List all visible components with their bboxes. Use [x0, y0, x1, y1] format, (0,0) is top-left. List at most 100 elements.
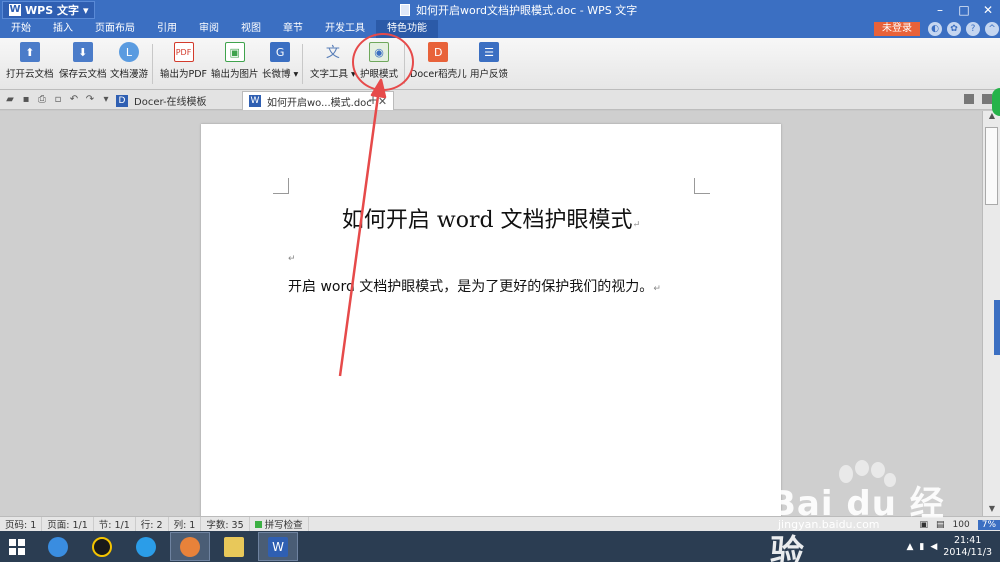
save-cloud-doc-button[interactable]: ⬇ 保存云文档: [59, 42, 107, 86]
windows-logo-icon: [9, 538, 25, 555]
cloud-save-icon: ⬇: [72, 42, 93, 62]
document-workspace: 如何开启 word 文档护眼模式↵ ↵ 开启 word 文档护眼模式，是为了更好…: [0, 111, 982, 524]
close-button[interactable]: ✕: [976, 0, 1000, 20]
ribbon-separator: [302, 44, 303, 84]
spell-check-label: 拼写检查: [264, 520, 303, 531]
app-menu-button[interactable]: W WPS 文字 ▾: [2, 1, 96, 19]
settings-icon[interactable]: ✿: [947, 22, 961, 36]
margin-marker: [273, 178, 289, 194]
tab-bar-controls: [964, 94, 992, 104]
menu-page-layout[interactable]: 页面布局: [84, 20, 146, 38]
docer-label: Docer稻壳儿: [410, 69, 467, 80]
margin-marker: [694, 178, 710, 194]
scrollbar-thumb[interactable]: [985, 127, 998, 205]
tab-docer-label: Docer-在线模板: [134, 97, 207, 108]
zoom-percent-badge: 7%: [977, 519, 1000, 530]
document-body-text[interactable]: 开启 word 文档护眼模式，是为了更好的保护我们的视力。↵: [288, 276, 661, 296]
firefox-taskbar-icon[interactable]: [170, 532, 210, 561]
user-feedback-button[interactable]: ☰ 用户反馈: [470, 42, 508, 86]
export-pdf-label: 输出为PDF: [160, 69, 208, 80]
feedback-icon: ☰: [479, 42, 499, 62]
browser-taskbar-icon[interactable]: [126, 532, 166, 561]
export-image-button[interactable]: ▣ 输出为图片: [211, 42, 259, 86]
open-folder-icon[interactable]: ▰: [4, 94, 16, 106]
document-page[interactable]: 如何开启 word 文档护眼模式↵ ↵ 开启 word 文档护眼模式，是为了更好…: [201, 124, 781, 524]
ie-taskbar-icon[interactable]: [38, 532, 78, 561]
doc-roaming-button[interactable]: L 文档漫游: [110, 42, 148, 86]
wps-doc-tab-icon: W: [249, 95, 261, 107]
doc-roaming-label: 文档漫游: [110, 69, 149, 80]
menu-review[interactable]: 审阅: [188, 20, 230, 38]
spell-check-toggle[interactable]: 拼写检查: [250, 517, 309, 531]
redo-icon[interactable]: ↷: [84, 94, 96, 106]
export-pdf-button[interactable]: PDF 输出为PDF: [160, 42, 207, 86]
ribbon-toolbar: ⬆ 打开云文档 ⬇ 保存云文档 L 文档漫游 PDF 输出为PDF ▣ 输出为图…: [0, 38, 1000, 90]
long-weibo-button[interactable]: G 长微博 ▾: [262, 42, 298, 86]
status-column: 列: 1: [169, 517, 202, 531]
side-panel-toggle[interactable]: [994, 300, 1000, 355]
text-tools-button[interactable]: 文 文字工具 ▾: [310, 42, 356, 86]
wps-logo-icon: W: [9, 4, 21, 16]
document-tab-bar: ▰ ▪ ⎙ ▫ ↶ ↷ ▾ D Docer-在线模板 ✕ W 如何开启wo...…: [0, 90, 1000, 110]
menu-right-icons: ◐ ✿ ? ^: [928, 22, 999, 36]
close-icon[interactable]: ✕: [378, 95, 387, 108]
chevron-down-icon: ▾: [82, 3, 89, 17]
menu-references[interactable]: 引用: [146, 20, 188, 38]
window-controls: – □ ✕: [928, 0, 1000, 20]
print-preview-icon[interactable]: ▫: [52, 94, 64, 106]
annotation-circle: [352, 33, 414, 91]
long-weibo-label: 长微博 ▾: [262, 69, 299, 80]
roaming-icon: L: [119, 42, 139, 62]
status-pages: 页面: 1/1: [42, 517, 94, 531]
menu-view[interactable]: 视图: [230, 20, 272, 38]
explorer-taskbar-icon[interactable]: [214, 532, 254, 561]
status-page-number: 页码: 1: [0, 517, 43, 531]
start-button[interactable]: [0, 531, 34, 562]
print-icon[interactable]: ⎙: [36, 94, 48, 106]
menu-developer[interactable]: 开发工具: [314, 20, 376, 38]
login-button[interactable]: 未登录: [874, 22, 920, 36]
ribbon-separator: [152, 44, 153, 84]
restore-icon[interactable]: [964, 94, 974, 104]
open-cloud-doc-label: 打开云文档: [6, 69, 54, 80]
document-heading[interactable]: 如何开启 word 文档护眼模式↵: [201, 202, 781, 234]
docer-tab-icon: D: [116, 94, 128, 107]
menu-insert[interactable]: 插入: [42, 20, 84, 38]
menu-chapter[interactable]: 章节: [272, 20, 314, 38]
window-title: 如何开启word文档护眼模式.doc - WPS 文字: [400, 0, 637, 20]
pdf-icon: PDF: [173, 42, 194, 62]
title-bar: W WPS 文字 ▾ 如何开启word文档护眼模式.doc - WPS 文字 –…: [0, 0, 1000, 20]
document-icon: [400, 4, 410, 16]
paragraph-mark: ↵: [288, 254, 296, 264]
weibo-icon: G: [270, 42, 291, 62]
floating-assistant-icon[interactable]: [992, 88, 1000, 116]
image-export-icon: ▣: [224, 42, 245, 62]
status-section: 节: 1/1: [94, 517, 136, 531]
ribbon-toggle-icon[interactable]: ^: [985, 22, 999, 36]
quick-access-toolbar: ▰ ▪ ⎙ ▫ ↶ ↷ ▾: [4, 94, 112, 106]
tab-document-label: 如何开启wo...模式.doc: [267, 97, 372, 109]
status-word-count[interactable]: 字数: 35: [201, 517, 250, 531]
save-icon[interactable]: ▪: [20, 94, 32, 106]
open-cloud-doc-button[interactable]: ⬆ 打开云文档: [6, 42, 54, 86]
text-tools-label: 文字工具 ▾: [310, 69, 356, 80]
user-feedback-label: 用户反馈: [470, 69, 509, 80]
new-tab-icon[interactable]: +: [368, 93, 378, 107]
maximize-button[interactable]: □: [952, 0, 976, 20]
cloud-open-icon: ⬆: [19, 42, 40, 62]
close-doc-icon[interactable]: [982, 94, 992, 104]
watermark-url: jingyan.baidu.com: [778, 518, 880, 531]
undo-icon[interactable]: ↶: [68, 94, 80, 106]
skin-icon[interactable]: ◐: [928, 22, 942, 36]
help-icon[interactable]: ?: [966, 22, 980, 36]
wps-taskbar-icon[interactable]: W: [258, 532, 298, 561]
docer-button[interactable]: D Docer稻壳儿: [410, 42, 467, 86]
baidu-watermark: Bai du 经验 jingyan.baidu.com: [770, 460, 970, 562]
qq-taskbar-icon[interactable]: [82, 532, 122, 561]
app-name: WPS 文字: [25, 4, 79, 17]
status-line: 行: 2: [136, 517, 169, 531]
minimize-button[interactable]: –: [928, 0, 952, 20]
menu-home[interactable]: 开始: [0, 20, 42, 38]
scroll-down-icon[interactable]: ▼: [983, 504, 1000, 516]
export-image-label: 输出为图片: [211, 69, 259, 80]
